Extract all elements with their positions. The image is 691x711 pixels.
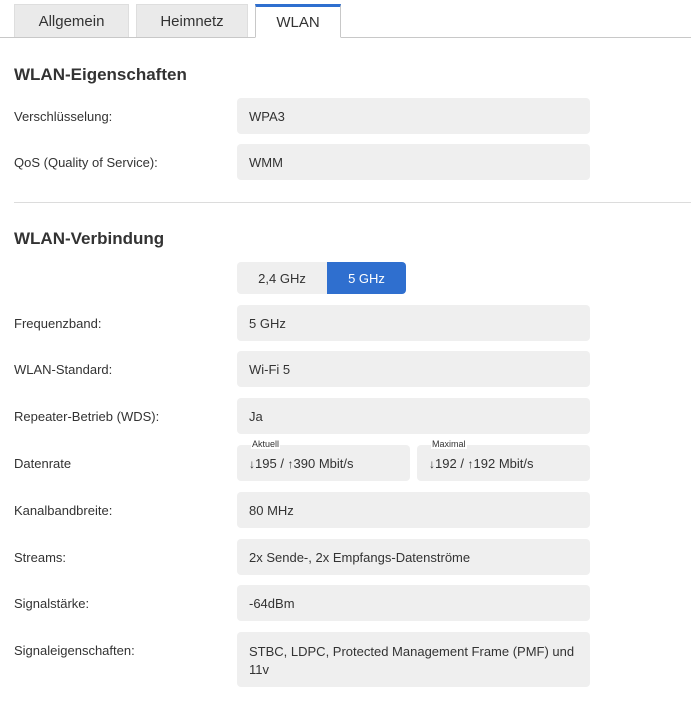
label-frequenzband: Frequenzband: (14, 316, 102, 331)
value-wlan-standard: Wi-Fi 5 (237, 351, 590, 387)
tab-wlan[interactable]: WLAN (255, 4, 341, 38)
datenrate-aktuell-caption: Aktuell (251, 439, 281, 449)
tab-allgemein[interactable]: Allgemein (14, 4, 129, 37)
datenrate-aktuell-down: 195 (255, 456, 277, 471)
label-encryption: Verschlüsselung: (14, 109, 113, 124)
datenrate-aktuell-box: Aktuell ↓195 / ↑390 Mbit/s (237, 439, 410, 481)
label-signaleigenschaften: Signaleigenschaften: (14, 643, 135, 658)
datenrate-maximal-box: Maximal ↓192 / ↑192 Mbit/s (417, 439, 590, 481)
label-datenrate: Datenrate (14, 456, 72, 471)
label-wlan-standard: WLAN-Standard: (14, 362, 113, 377)
wlan-info-page: Allgemein Heimnetz WLAN WLAN-Eigenschaft… (0, 0, 691, 711)
label-streams: Streams: (14, 550, 67, 565)
datenrate-maximal-value: ↓192 / ↑192 Mbit/s (429, 456, 534, 471)
value-signalstaerke: -64dBm (237, 585, 590, 621)
tab-heimnetz[interactable]: Heimnetz (136, 4, 248, 37)
datenrate-separator: / (456, 456, 468, 471)
value-streams: 2x Sende-, 2x Empfangs-Datenströme (237, 539, 590, 575)
label-kanalbandbreite: Kanalbandbreite: (14, 503, 113, 518)
label-signalstaerke: Signalstärke: (14, 596, 90, 611)
datenrate-maximal-caption: Maximal (431, 439, 467, 449)
datenrate-maximal-up: 192 Mbit/s (473, 456, 534, 471)
section-divider (14, 202, 691, 203)
value-repeater: Ja (237, 398, 590, 434)
value-encryption: WPA3 (237, 98, 590, 134)
value-frequenzband: 5 GHz (237, 305, 590, 341)
band-button-5ghz[interactable]: 5 GHz (327, 262, 406, 294)
datenrate-aktuell-up: 390 Mbit/s (293, 456, 354, 471)
tab-bar: Allgemein Heimnetz WLAN (0, 0, 691, 38)
label-qos: QoS (Quality of Service): (14, 155, 158, 170)
datenrate-aktuell-value: ↓195 / ↑390 Mbit/s (249, 456, 354, 471)
datenrate-maximal-down: 192 (435, 456, 457, 471)
section-title-properties: WLAN-Eigenschaften (14, 65, 187, 84)
section-title-connection: WLAN-Verbindung (14, 229, 165, 248)
datenrate-separator: / (276, 456, 288, 471)
value-qos: WMM (237, 144, 590, 180)
band-button-2-4ghz[interactable]: 2,4 GHz (237, 262, 327, 294)
value-kanalbandbreite: 80 MHz (237, 492, 590, 528)
value-signaleigenschaften: STBC, LDPC, Protected Management Frame (… (237, 632, 590, 687)
label-repeater: Repeater-Betrieb (WDS): (14, 409, 160, 424)
